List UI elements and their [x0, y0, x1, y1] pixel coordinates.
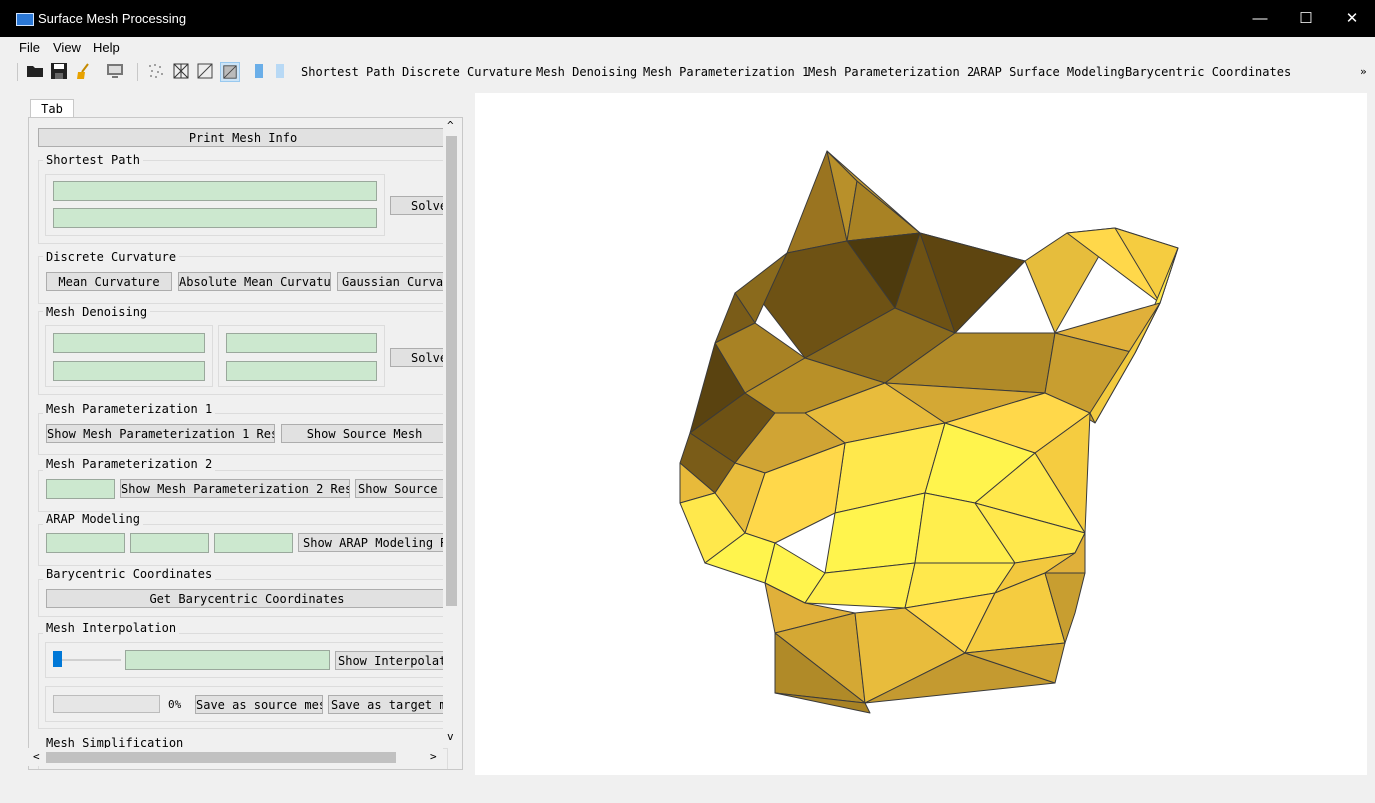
denoising-param-2-input[interactable] [53, 361, 205, 381]
mesh-denoising-title: Mesh Denoising [43, 305, 151, 319]
show-mesh-param1-result-button[interactable]: Show Mesh Parameterization 1 Result [46, 424, 275, 443]
scroll-up-icon[interactable]: ^ [447, 119, 454, 132]
shortest-path-solve-button[interactable]: Solve [390, 196, 448, 215]
gaussian-curvature-button[interactable]: Gaussian Curvatu [337, 272, 448, 291]
horizontal-scroll-thumb[interactable] [46, 752, 396, 763]
smooth-shade-icon[interactable] [220, 62, 240, 82]
menu-bar: File View Help [0, 37, 1375, 57]
folder-open-icon[interactable] [26, 62, 44, 80]
arap-title: ARAP Modeling [43, 512, 143, 526]
toolbar-separator [137, 63, 138, 81]
menu-view[interactable]: View [53, 40, 81, 55]
flat-color-icon[interactable] [250, 62, 268, 80]
mean-curvature-button[interactable]: Mean Curvature [46, 272, 172, 291]
points-icon[interactable] [147, 62, 165, 80]
menu-file[interactable]: File [19, 40, 40, 55]
action-barycentric-coordinates[interactable]: Barycentric Coordinates [1125, 65, 1291, 79]
interpolation-slider-handle[interactable] [53, 651, 62, 667]
light-color-icon[interactable] [271, 62, 289, 80]
denoising-param-4-input[interactable] [226, 361, 377, 381]
denoising-param-1-input[interactable] [53, 333, 205, 353]
action-arap-surface-modeling[interactable]: ARAP Surface Modeling [973, 65, 1125, 79]
panel-horizontal-scrollbar[interactable]: < > [28, 748, 443, 766]
menu-help[interactable]: Help [93, 40, 120, 55]
interpolation-input[interactable] [125, 650, 330, 670]
app-icon [16, 13, 34, 26]
arap-param-2-input[interactable] [130, 533, 209, 553]
broom-icon[interactable] [74, 62, 92, 80]
scroll-down-icon[interactable]: v [447, 730, 454, 743]
get-barycentric-coordinates-button[interactable]: Get Barycentric Coordinates [46, 589, 448, 608]
toolbar: Shortest Path Discrete Curvature Mesh De… [0, 57, 1375, 87]
minimize-button[interactable]: — [1237, 0, 1283, 37]
window-title: Surface Mesh Processing [38, 11, 187, 26]
interpolation-slider-track[interactable] [53, 659, 121, 661]
panel-vertical-scrollbar[interactable]: ^ v [443, 118, 460, 746]
arap-param-1-input[interactable] [46, 533, 125, 553]
show-source-mesh-button[interactable]: Show Source Mesh [281, 424, 448, 443]
mesh-param2-input[interactable] [46, 479, 115, 499]
mesh-param1-title: Mesh Parameterization 1 [43, 402, 216, 416]
arap-param-3-input[interactable] [214, 533, 293, 553]
flat-shade-icon[interactable] [196, 62, 214, 80]
mesh-denoising-solve-button[interactable]: Solve [390, 348, 448, 367]
action-shortest-path[interactable]: Shortest Path [301, 65, 395, 79]
show-interpolation-button[interactable]: Show Interpolatic [335, 651, 448, 670]
save-icon[interactable] [50, 62, 68, 80]
action-mesh-parameterization-1[interactable]: Mesh Parameterization 1 [643, 65, 809, 79]
mesh-viewport[interactable] [475, 93, 1367, 775]
denoising-param-3-input[interactable] [226, 333, 377, 353]
toolbar-overflow-button[interactable]: » [1360, 65, 1367, 78]
save-as-target-mesh-button[interactable]: Save as target mes [328, 695, 448, 714]
barycentric-title: Barycentric Coordinates [43, 567, 216, 581]
mesh-param2-title: Mesh Parameterization 2 [43, 457, 216, 471]
print-mesh-info-button[interactable]: Print Mesh Info [38, 128, 448, 147]
monitor-icon[interactable] [106, 62, 124, 80]
scroll-right-icon[interactable]: > [430, 750, 437, 763]
interpolation-progress-text: 0% [168, 698, 182, 711]
absolute-mean-curvature-button[interactable]: Absolute Mean Curvature [178, 272, 331, 291]
toolbar-grip [17, 63, 18, 81]
show-source-mesh-2-button[interactable]: Show Source Me [355, 479, 448, 498]
shortest-path-start-input[interactable] [53, 181, 377, 201]
action-mesh-parameterization-2[interactable]: Mesh Parameterization 2 [808, 65, 974, 79]
discrete-curvature-title: Discrete Curvature [43, 250, 180, 264]
tab-pane: Print Mesh Info Shortest Path Solve Disc… [28, 117, 463, 770]
save-as-source-mesh-button[interactable]: Save as source mesh [195, 695, 323, 714]
interpolation-progress-bar [53, 695, 160, 713]
close-button[interactable]: ✕ [1329, 0, 1375, 37]
maximize-button[interactable]: ☐ [1283, 0, 1329, 37]
wireframe-icon[interactable] [172, 62, 190, 80]
tool-panel: Tab Print Mesh Info Shortest Path Solve … [24, 99, 463, 770]
title-bar: Surface Mesh Processing — ☐ ✕ [0, 0, 1375, 37]
mesh-interpolation-title: Mesh Interpolation [43, 621, 180, 635]
show-mesh-param2-result-button[interactable]: Show Mesh Parameterization 2 Result [120, 479, 350, 498]
shortest-path-title: Shortest Path [43, 153, 143, 167]
scroll-left-icon[interactable]: < [33, 750, 40, 763]
action-discrete-curvature[interactable]: Discrete Curvature [402, 65, 532, 79]
shortest-path-end-input[interactable] [53, 208, 377, 228]
vertical-scroll-thumb[interactable] [446, 136, 457, 606]
action-mesh-denoising[interactable]: Mesh Denoising [536, 65, 637, 79]
show-arap-result-button[interactable]: Show ARAP Modeling Resu [298, 533, 448, 552]
mesh-render[interactable] [475, 93, 1367, 775]
tab-tab[interactable]: Tab [30, 99, 74, 118]
